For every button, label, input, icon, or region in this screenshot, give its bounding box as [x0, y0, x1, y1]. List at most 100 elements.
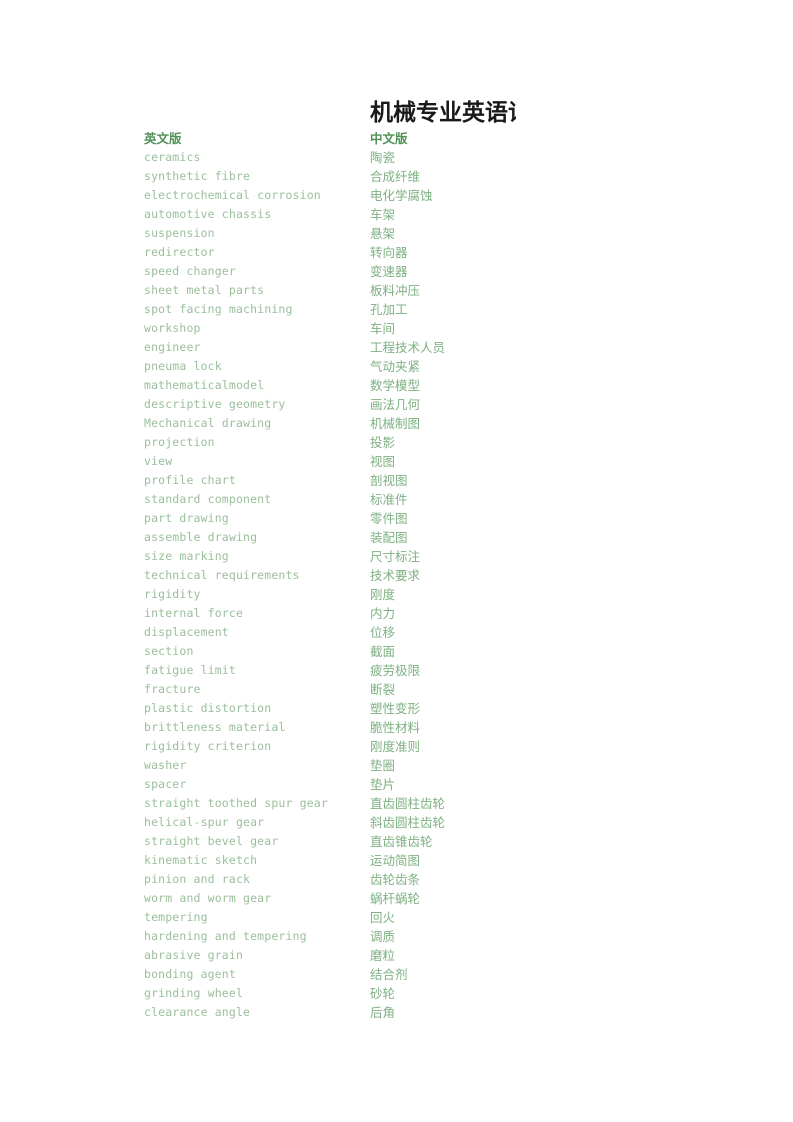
term-chinese: 位移 — [370, 625, 396, 640]
table-row: plastic distortion 塑性变形 — [144, 699, 664, 718]
term-english: workshop — [144, 321, 201, 335]
term-english: worm and worm gear — [144, 891, 272, 905]
table-body: ceramics 陶瓷 synthetic fibre 合成纤维 electrochem… — [144, 148, 664, 1022]
table-row: part drawing 零件图 — [144, 509, 664, 528]
table-row: descriptive geometry 画法几何 — [144, 395, 664, 414]
table-row: assemble drawing 装配图 — [144, 528, 664, 547]
term-english: speed changer — [144, 264, 236, 278]
term-chinese: 结合剂 — [370, 967, 408, 982]
term-english: bonding agent — [144, 967, 236, 981]
table-row: profile chart 剖视图 — [144, 471, 664, 490]
table-row: grinding wheel 砂轮 — [144, 984, 664, 1003]
term-english: rigidity criterion — [144, 739, 272, 753]
term-chinese: 画法几何 — [370, 397, 421, 412]
table-row: standard component 标准件 — [144, 490, 664, 509]
term-english: straight bevel gear — [144, 834, 279, 848]
term-chinese: 标准件 — [370, 492, 408, 507]
term-chinese: 截面 — [370, 644, 396, 659]
table-row: abrasive grain 磨粒 — [144, 946, 664, 965]
table-row: rigidity 刚度 — [144, 585, 664, 604]
term-english: view — [144, 454, 173, 468]
term-chinese: 蜗杆蜗轮 — [370, 891, 421, 906]
term-chinese: 装配图 — [370, 530, 408, 545]
term-chinese: 斜齿圆柱齿轮 — [370, 815, 446, 830]
table-row: spot facing machining 孔加工 — [144, 300, 664, 319]
term-english: sheet metal parts — [144, 283, 265, 297]
table-row: rigidity criterion 刚度准则 — [144, 737, 664, 756]
term-english: kinematic sketch — [144, 853, 258, 867]
term-chinese: 直齿锥齿轮 — [370, 834, 433, 849]
table-row: redirector 转向器 — [144, 243, 664, 262]
term-english: mathematicalmodel — [144, 378, 265, 392]
term-english: fatigue limit — [144, 663, 236, 677]
term-chinese: 变速器 — [370, 264, 408, 279]
term-chinese: 砂轮 — [370, 986, 396, 1001]
term-english: Mechanical drawing — [144, 416, 272, 430]
term-chinese: 视图 — [370, 454, 396, 469]
table-row: Mechanical drawing 机械制图 — [144, 414, 664, 433]
table-row: fracture 断裂 — [144, 680, 664, 699]
term-english: abrasive grain — [144, 948, 244, 962]
table-row: worm and worm gear 蜗杆蜗轮 — [144, 889, 664, 908]
term-english: electrochemical corrosion — [144, 188, 321, 202]
term-chinese: 塑性变形 — [370, 701, 421, 716]
term-english: descriptive geometry — [144, 397, 286, 411]
column-header-english: 英文版 — [144, 131, 182, 146]
table-row: mathematicalmodel 数学模型 — [144, 376, 664, 395]
table-row: internal force 内力 — [144, 604, 664, 623]
table-row: displacement 位移 — [144, 623, 664, 642]
term-english: plastic distortion — [144, 701, 272, 715]
table-row: electrochemical corrosion 电化学腐蚀 — [144, 186, 664, 205]
glossary-table: 英文版 中文版 ceramics 陶瓷 synthetic fibre 合成纤维 ele… — [144, 129, 664, 1022]
term-english: washer — [144, 758, 187, 772]
term-english: automotive chassis — [144, 207, 272, 221]
term-chinese: 技术要求 — [370, 568, 421, 583]
table-row: workshop 车间 — [144, 319, 664, 338]
term-english: internal force — [144, 606, 244, 620]
table-row: bonding agent 结合剂 — [144, 965, 664, 984]
table-row: view 视图 — [144, 452, 664, 471]
table-row: speed changer 变速器 — [144, 262, 664, 281]
term-english: spot facing machining — [144, 302, 293, 316]
table-row: suspension 悬架 — [144, 224, 664, 243]
table-row: engineer 工程技术人员 — [144, 338, 664, 357]
document-page: 机械专业英语词 英文版 中文版 ceramics 陶瓷 synthetic fibr… — [0, 0, 793, 1122]
term-english: pneuma lock — [144, 359, 222, 373]
term-chinese: 悬架 — [370, 226, 396, 241]
table-row: hardening and tempering 调质 — [144, 927, 664, 946]
table-row: ceramics 陶瓷 — [144, 148, 664, 167]
term-english: tempering — [144, 910, 208, 924]
term-english: fracture — [144, 682, 201, 696]
table-row: kinematic sketch 运动简图 — [144, 851, 664, 870]
term-english: pinion and rack — [144, 872, 251, 886]
term-english: hardening and tempering — [144, 929, 307, 943]
term-english: ceramics — [144, 150, 201, 164]
term-english: straight toothed spur gear — [144, 796, 328, 810]
term-chinese: 磨粒 — [370, 948, 396, 963]
term-chinese: 车间 — [370, 321, 396, 336]
term-chinese: 转向器 — [370, 245, 408, 260]
term-chinese: 投影 — [370, 435, 396, 450]
term-chinese: 脆性材料 — [370, 720, 421, 735]
term-chinese: 合成纤维 — [370, 169, 421, 184]
term-chinese: 垫圈 — [370, 758, 396, 773]
term-chinese: 零件图 — [370, 511, 408, 526]
table-row: pinion and rack 齿轮齿条 — [144, 870, 664, 889]
term-english: helical-spur gear — [144, 815, 265, 829]
term-chinese: 垫片 — [370, 777, 396, 792]
term-english: profile chart — [144, 473, 236, 487]
term-chinese: 气动夹紧 — [370, 359, 421, 374]
table-row: size marking 尺寸标注 — [144, 547, 664, 566]
term-english: synthetic fibre — [144, 169, 251, 183]
term-chinese: 刚度准则 — [370, 739, 421, 754]
table-row: projection 投影 — [144, 433, 664, 452]
term-english: engineer — [144, 340, 201, 354]
term-chinese: 尺寸标注 — [370, 549, 421, 564]
term-chinese: 板料冲压 — [370, 283, 421, 298]
table-row: washer 垫圈 — [144, 756, 664, 775]
term-chinese: 内力 — [370, 606, 396, 621]
document-title-container: 机械专业英语词 — [370, 98, 516, 132]
term-chinese: 刚度 — [370, 587, 396, 602]
column-header-chinese: 中文版 — [370, 131, 408, 146]
term-chinese: 断裂 — [370, 682, 396, 697]
